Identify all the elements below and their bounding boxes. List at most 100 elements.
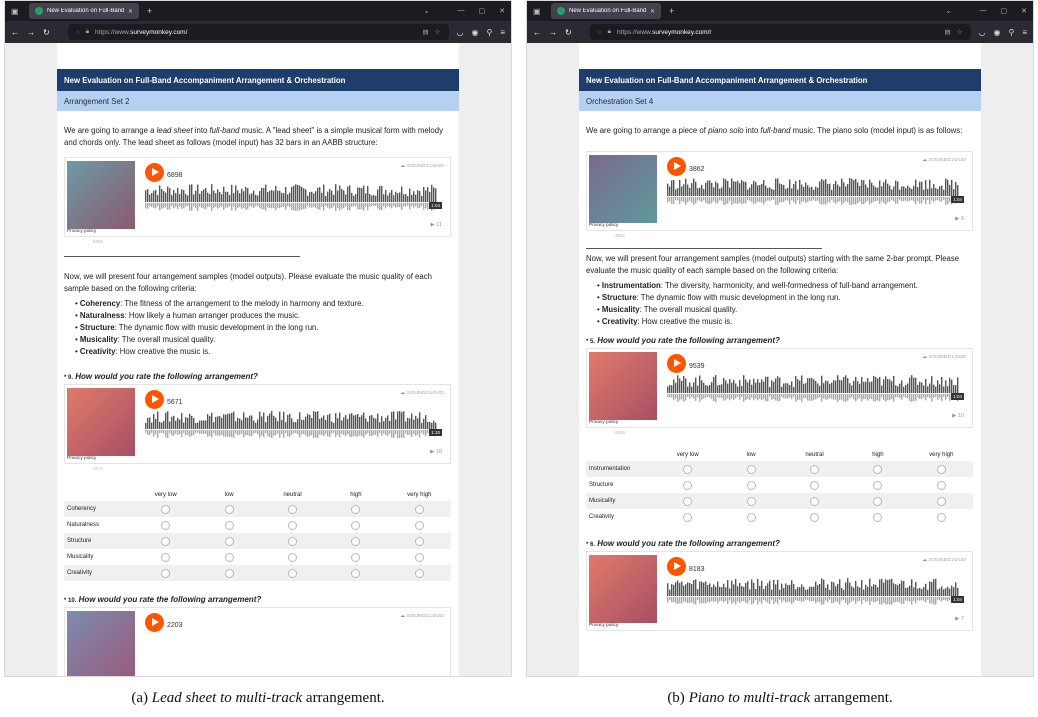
extensions-icon[interactable]: ⚲ xyxy=(1008,28,1014,37)
radio-button[interactable] xyxy=(224,536,234,546)
soundcloud-player[interactable]: Privacy policy 3862 ☁ SOUNDCLOUD 1:04 ▶ … xyxy=(586,151,973,231)
maximize-icon[interactable]: ▢ xyxy=(1001,7,1008,15)
account-icon[interactable]: ◉ xyxy=(993,28,1000,37)
play-button[interactable] xyxy=(667,557,686,576)
tab-overview-icon[interactable]: ▣ xyxy=(11,7,23,16)
radio-button[interactable] xyxy=(224,520,234,530)
soundcloud-player[interactable]: Privacy policy 8183 ☁ SOUNDCLOUD 1:04 ▶ … xyxy=(586,551,973,631)
radio-button[interactable] xyxy=(287,552,297,562)
waveform[interactable] xyxy=(667,375,959,405)
radio-button[interactable] xyxy=(809,512,819,522)
window-close-icon[interactable]: ✕ xyxy=(1021,7,1027,15)
radio-button[interactable] xyxy=(224,504,234,514)
radio-button[interactable] xyxy=(873,512,883,522)
radio-button[interactable] xyxy=(746,480,756,490)
maximize-icon[interactable]: ▢ xyxy=(479,7,486,15)
play-button[interactable] xyxy=(667,157,686,176)
back-icon[interactable]: ← xyxy=(533,28,541,37)
privacy-link[interactable]: Privacy policy xyxy=(67,229,96,234)
new-tab-icon[interactable]: + xyxy=(147,6,152,16)
waveform[interactable] xyxy=(145,184,437,214)
radio-button[interactable] xyxy=(161,552,171,562)
play-button[interactable] xyxy=(145,390,164,409)
soundcloud-player[interactable]: Privacy policy 6898 ☁ SOUNDCLOUD 1:04 ▶ … xyxy=(64,157,451,237)
bookmark-star-icon[interactable]: ☆ xyxy=(435,28,441,36)
waveform[interactable] xyxy=(667,578,959,608)
radio-button[interactable] xyxy=(351,552,361,562)
radio-button[interactable] xyxy=(936,464,946,474)
radio-button[interactable] xyxy=(414,536,424,546)
radio-button[interactable] xyxy=(287,520,297,530)
waveform[interactable] xyxy=(145,411,437,441)
extensions-icon[interactable]: ⚲ xyxy=(486,28,492,37)
radio-button[interactable] xyxy=(809,496,819,506)
chevron-down-icon[interactable]: ⌄ xyxy=(946,7,952,15)
radio-button[interactable] xyxy=(746,512,756,522)
new-tab-icon[interactable]: + xyxy=(669,6,674,16)
radio-button[interactable] xyxy=(224,568,234,578)
radio-button[interactable] xyxy=(161,568,171,578)
minimize-icon[interactable]: — xyxy=(980,7,987,15)
soundcloud-player[interactable]: Privacy policy 9539 ☁ SOUNDCLOUD 1:04 ▶ … xyxy=(586,348,973,428)
privacy-link[interactable]: Privacy policy xyxy=(67,456,96,461)
radio-button[interactable] xyxy=(161,520,171,530)
radio-button[interactable] xyxy=(936,480,946,490)
window-close-icon[interactable]: ✕ xyxy=(499,7,505,15)
account-icon[interactable]: ◉ xyxy=(471,28,478,37)
radio-button[interactable] xyxy=(873,464,883,474)
soundcloud-player[interactable]: Privacy policy 5671 ☁ SOUNDCLOUD 1:10 ▶ … xyxy=(64,384,451,464)
radio-button[interactable] xyxy=(683,464,693,474)
radio-button[interactable] xyxy=(746,464,756,474)
tab-overview-icon[interactable]: ▣ xyxy=(533,7,545,16)
radio-button[interactable] xyxy=(936,512,946,522)
radio-button[interactable] xyxy=(351,504,361,514)
menu-icon[interactable]: ≡ xyxy=(500,28,505,37)
reload-icon[interactable]: ↻ xyxy=(43,28,50,37)
pocket-icon[interactable]: ◡ xyxy=(457,28,464,37)
radio-button[interactable] xyxy=(351,568,361,578)
radio-button[interactable] xyxy=(683,512,693,522)
radio-button[interactable] xyxy=(287,504,297,514)
radio-button[interactable] xyxy=(683,480,693,490)
reload-icon[interactable]: ↻ xyxy=(565,28,572,37)
url-bar[interactable]: ◌ 🔒︎ https://www.surveymonkey.com/ ▤ ☆ xyxy=(67,24,449,40)
browser-tab[interactable]: New Evaluation on Full-Band A ✕ xyxy=(551,3,661,19)
waveform[interactable] xyxy=(667,178,959,208)
radio-button[interactable] xyxy=(936,496,946,506)
play-button[interactable] xyxy=(145,613,164,632)
menu-icon[interactable]: ≡ xyxy=(1022,28,1027,37)
play-button[interactable] xyxy=(667,354,686,373)
radio-button[interactable] xyxy=(414,504,424,514)
privacy-link[interactable]: Privacy policy xyxy=(589,420,618,425)
radio-button[interactable] xyxy=(351,520,361,530)
soundcloud-player[interactable]: 2203 ☁ SOUNDCLOUD xyxy=(64,607,451,676)
radio-button[interactable] xyxy=(683,496,693,506)
bookmark-star-icon[interactable]: ☆ xyxy=(957,28,963,36)
browser-tab[interactable]: New Evaluation on Full-Band A ✕ xyxy=(29,3,139,19)
url-bar[interactable]: ◌ 🔒︎ https://www.surveymonkey.com/r ▤ ☆ xyxy=(589,24,971,40)
radio-button[interactable] xyxy=(414,568,424,578)
radio-button[interactable] xyxy=(414,520,424,530)
chevron-down-icon[interactable]: ⌄ xyxy=(424,7,430,15)
radio-button[interactable] xyxy=(873,496,883,506)
minimize-icon[interactable]: — xyxy=(458,7,465,15)
radio-button[interactable] xyxy=(873,480,883,490)
back-icon[interactable]: ← xyxy=(11,28,19,37)
radio-button[interactable] xyxy=(746,496,756,506)
play-button[interactable] xyxy=(145,163,164,182)
close-icon[interactable]: ✕ xyxy=(650,8,655,15)
reader-icon[interactable]: ▤ xyxy=(945,28,951,36)
radio-button[interactable] xyxy=(351,536,361,546)
radio-button[interactable] xyxy=(161,504,171,514)
radio-button[interactable] xyxy=(224,552,234,562)
radio-button[interactable] xyxy=(287,536,297,546)
radio-button[interactable] xyxy=(287,568,297,578)
forward-icon[interactable]: → xyxy=(27,28,35,37)
reader-icon[interactable]: ▤ xyxy=(423,28,429,36)
radio-button[interactable] xyxy=(809,464,819,474)
forward-icon[interactable]: → xyxy=(549,28,557,37)
radio-button[interactable] xyxy=(809,480,819,490)
pocket-icon[interactable]: ◡ xyxy=(979,28,986,37)
radio-button[interactable] xyxy=(161,536,171,546)
privacy-link[interactable]: Privacy policy xyxy=(589,623,618,628)
